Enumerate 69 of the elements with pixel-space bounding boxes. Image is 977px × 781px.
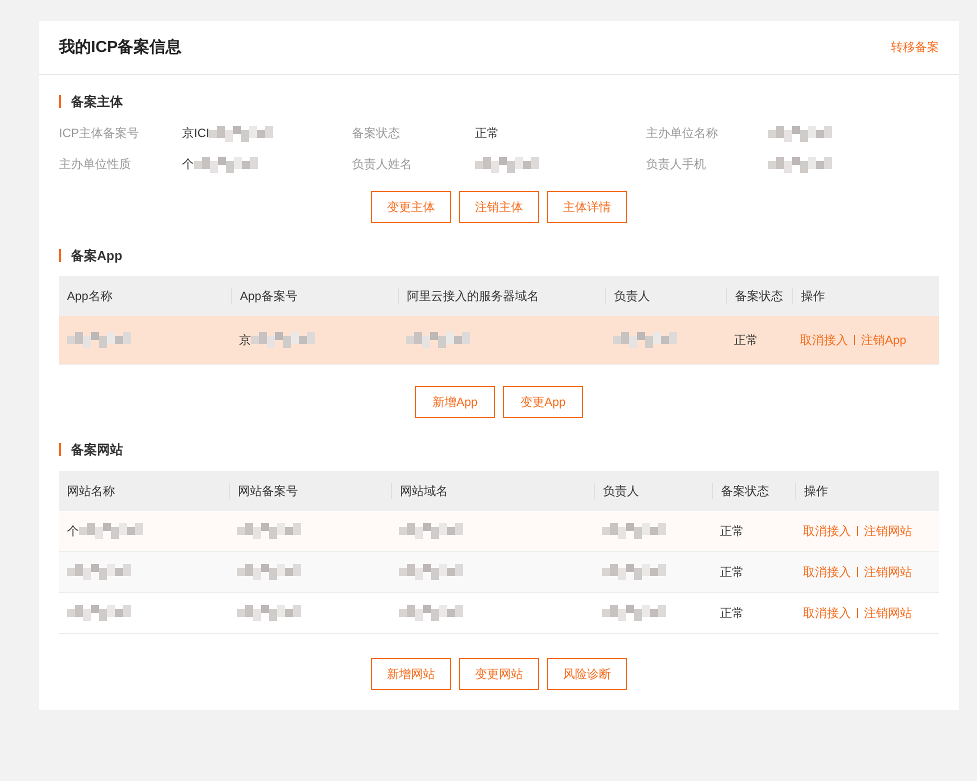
redacted-mosaic xyxy=(67,332,131,348)
cell-text: 京 xyxy=(239,332,251,348)
action-link[interactable]: 注销网站 xyxy=(864,522,912,540)
redacted-mosaic xyxy=(67,564,131,580)
column-header: 网站备案号 xyxy=(229,483,391,499)
field-value: 京ICI xyxy=(182,125,210,142)
redacted-mosaic xyxy=(209,126,274,142)
column-header: App名称 xyxy=(66,288,114,304)
action-button[interactable]: 变更App xyxy=(503,386,583,418)
action-button[interactable]: 主体详情 xyxy=(547,191,627,223)
redacted-mosaic xyxy=(602,564,666,580)
cell-text: 正常 xyxy=(720,522,744,540)
column-header: 负责人 xyxy=(594,483,712,499)
redacted-mosaic xyxy=(237,523,301,539)
action-button[interactable]: 变更主体 xyxy=(371,191,451,223)
page-title: 我的ICP备案信息 xyxy=(59,37,182,58)
cell-text: 正常 xyxy=(734,332,758,348)
action-button[interactable]: 新增App xyxy=(415,386,495,418)
field-label: ICP主体备案号 xyxy=(59,125,140,142)
column-header: 操作 xyxy=(792,288,939,304)
action-link[interactable]: 取消接入 xyxy=(803,604,851,622)
action-link[interactable]: 取消接入 xyxy=(800,332,848,348)
redacted-mosaic xyxy=(237,564,301,580)
redacted-mosaic xyxy=(406,332,470,348)
column-header: 网站域名 xyxy=(391,483,594,499)
column-header: 操作 xyxy=(795,483,939,499)
field-label: 负责人姓名 xyxy=(352,156,413,173)
redacted-mosaic xyxy=(475,156,539,172)
redacted-mosaic xyxy=(399,605,463,621)
field-label: 备案状态 xyxy=(352,125,401,142)
section-title: 备案App xyxy=(59,249,122,262)
action-link[interactable]: 取消接入 xyxy=(803,564,851,580)
redacted-mosaic xyxy=(602,523,666,539)
redacted-mosaic xyxy=(613,332,677,348)
field-label: 主办单位性质 xyxy=(59,156,132,173)
section-title: 备案网站 xyxy=(59,443,123,456)
redacted-mosaic xyxy=(602,605,666,621)
column-header: 负责人 xyxy=(605,288,726,304)
transfer-link[interactable]: 转移备案 xyxy=(891,39,939,56)
field-label: 主办单位名称 xyxy=(646,125,719,142)
cell-text: 正常 xyxy=(720,604,744,622)
action-link[interactable]: 注销网站 xyxy=(864,564,912,580)
redacted-mosaic xyxy=(399,564,463,580)
redacted-mosaic xyxy=(768,156,832,172)
redacted-mosaic xyxy=(237,605,301,621)
redacted-mosaic xyxy=(768,126,832,142)
action-link[interactable]: 注销App xyxy=(861,332,906,348)
cell-text: 个 xyxy=(67,522,79,540)
action-link[interactable]: 取消接入 xyxy=(803,522,851,540)
column-header: 阿里云接入的服务器域名 xyxy=(398,288,605,304)
redacted-mosaic xyxy=(251,332,315,348)
action-button[interactable]: 变更网站 xyxy=(459,658,539,690)
action-button[interactable]: 新增网站 xyxy=(371,658,451,690)
field-value: 个 xyxy=(182,156,194,173)
redacted-mosaic xyxy=(79,523,143,539)
column-header: App备案号 xyxy=(231,288,398,304)
redacted-mosaic xyxy=(194,156,258,172)
redacted-mosaic xyxy=(67,605,131,621)
action-button[interactable]: 注销主体 xyxy=(459,191,539,223)
action-link[interactable]: 注销网站 xyxy=(864,604,912,622)
column-header: 网站名称 xyxy=(66,483,116,499)
field-value: 正常 xyxy=(475,125,499,142)
section-title: 备案主体 xyxy=(59,95,123,108)
redacted-mosaic xyxy=(399,523,463,539)
column-header: 备案状态 xyxy=(726,288,792,304)
action-button[interactable]: 风险诊断 xyxy=(547,658,627,690)
cell-text: 正常 xyxy=(720,564,744,580)
column-header: 备案状态 xyxy=(712,483,795,499)
field-label: 负责人手机 xyxy=(646,156,707,173)
